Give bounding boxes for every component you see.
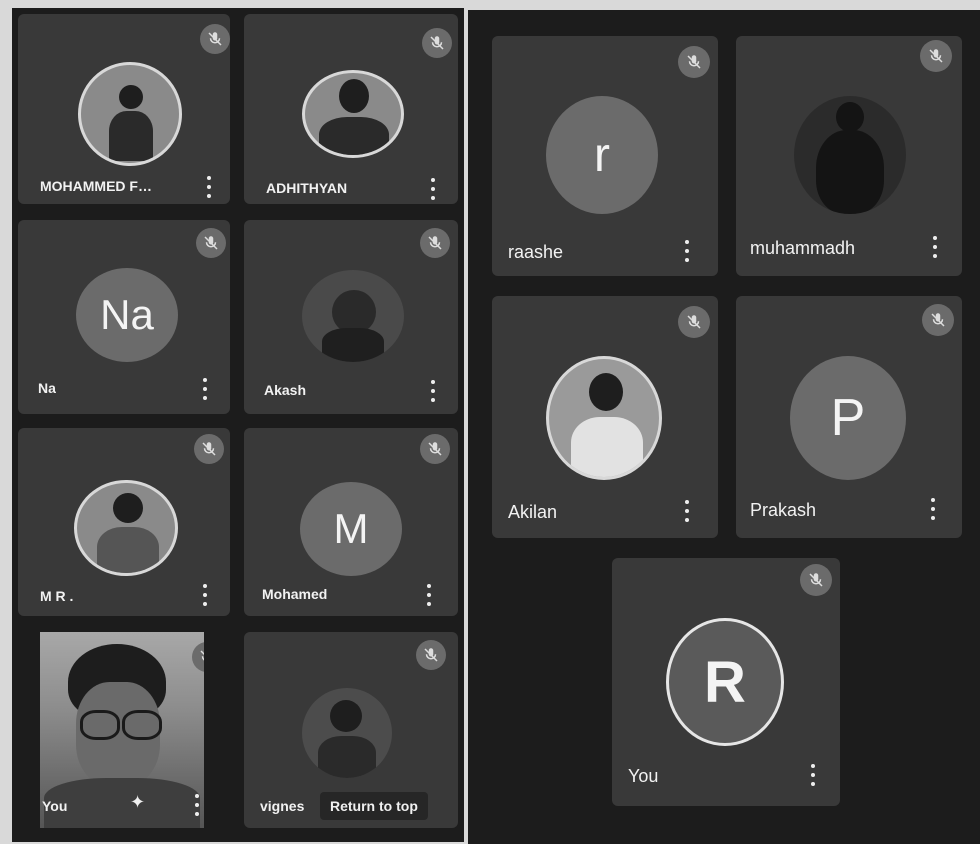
more-vert-icon[interactable] (194, 794, 200, 816)
mic-off-icon (194, 434, 224, 464)
participant-name: Akash (264, 382, 307, 398)
more-vert-icon[interactable] (810, 764, 816, 786)
participant-avatar: Na (76, 268, 178, 362)
right-participant-grid: r raashe muhammadh Akilan P Prakash R Yo… (468, 10, 980, 844)
participant-avatar: P (790, 356, 906, 480)
participant-avatar (302, 70, 404, 158)
glasses-left (80, 710, 120, 740)
more-vert-icon[interactable] (684, 500, 690, 522)
more-vert-icon[interactable] (930, 498, 936, 520)
participant-name: You (628, 766, 659, 786)
participant-avatar (302, 688, 392, 778)
participant-name: raashe (508, 242, 564, 262)
more-vert-icon[interactable] (430, 380, 436, 402)
mic-off-icon (420, 434, 450, 464)
more-vert-icon[interactable] (206, 176, 212, 198)
participant-avatar: R (666, 618, 784, 746)
participant-tile[interactable]: Na Na (18, 220, 230, 414)
participant-tile[interactable]: r raashe (492, 36, 718, 276)
mic-off-icon (200, 24, 230, 54)
return-to-top-button[interactable]: Return to top (320, 792, 428, 820)
participant-avatar: r (546, 96, 658, 214)
participant-tile[interactable]: MOHAMMED F… (18, 14, 230, 204)
participant-tile[interactable]: M Mohamed (244, 428, 458, 616)
participant-tile[interactable]: M R . (18, 428, 230, 616)
participant-name: Prakash (750, 500, 817, 520)
participant-name: Akilan (508, 502, 558, 522)
participant-tile[interactable]: muhammadh (736, 36, 962, 276)
mic-off-icon (678, 46, 710, 78)
glasses-right (122, 710, 162, 740)
mic-off-icon (196, 228, 226, 258)
more-vert-icon[interactable] (202, 378, 208, 400)
mic-off-icon (678, 306, 710, 338)
participant-avatar (546, 356, 662, 480)
participant-avatar (794, 96, 906, 214)
participant-avatar (74, 480, 178, 576)
mic-off-icon (420, 228, 450, 258)
self-video-tile[interactable]: You ✦ (40, 632, 204, 828)
participant-avatar (78, 62, 182, 166)
participant-name: M R . (40, 588, 74, 604)
participant-tile[interactable]: ADHITHYAN (244, 14, 458, 204)
mic-off-icon (422, 28, 452, 58)
participant-name: Mohamed (262, 586, 328, 602)
more-vert-icon[interactable] (202, 584, 208, 606)
participant-avatar: M (300, 482, 402, 576)
participant-name: ADHITHYAN (266, 180, 348, 196)
participant-tile[interactable]: Akash (244, 220, 458, 414)
participant-tile[interactable]: Akilan (492, 296, 718, 538)
participant-name: You (42, 798, 68, 814)
participant-name: muhammadh (750, 238, 856, 258)
more-vert-icon[interactable] (932, 236, 938, 258)
participant-name: MOHAMMED F… (40, 178, 152, 194)
mic-off-icon (920, 40, 952, 72)
participant-tile[interactable]: vignes Return to top (244, 632, 458, 828)
self-tile[interactable]: R You (612, 558, 840, 806)
participant-avatar (302, 270, 404, 362)
mic-off-icon (800, 564, 832, 596)
participant-name: vignes (260, 798, 305, 814)
participant-name: Na (38, 380, 56, 396)
mic-off-icon (416, 640, 446, 670)
mic-off-icon (922, 304, 954, 336)
sparkle-icon[interactable]: ✦ (130, 792, 145, 813)
participant-tile[interactable]: P Prakash (736, 296, 962, 538)
more-vert-icon[interactable] (684, 240, 690, 262)
more-vert-icon[interactable] (430, 178, 436, 200)
more-vert-icon[interactable] (426, 584, 432, 606)
left-participant-grid: MOHAMMED F… ADHITHYAN Na Na Akash M R . … (12, 8, 464, 842)
